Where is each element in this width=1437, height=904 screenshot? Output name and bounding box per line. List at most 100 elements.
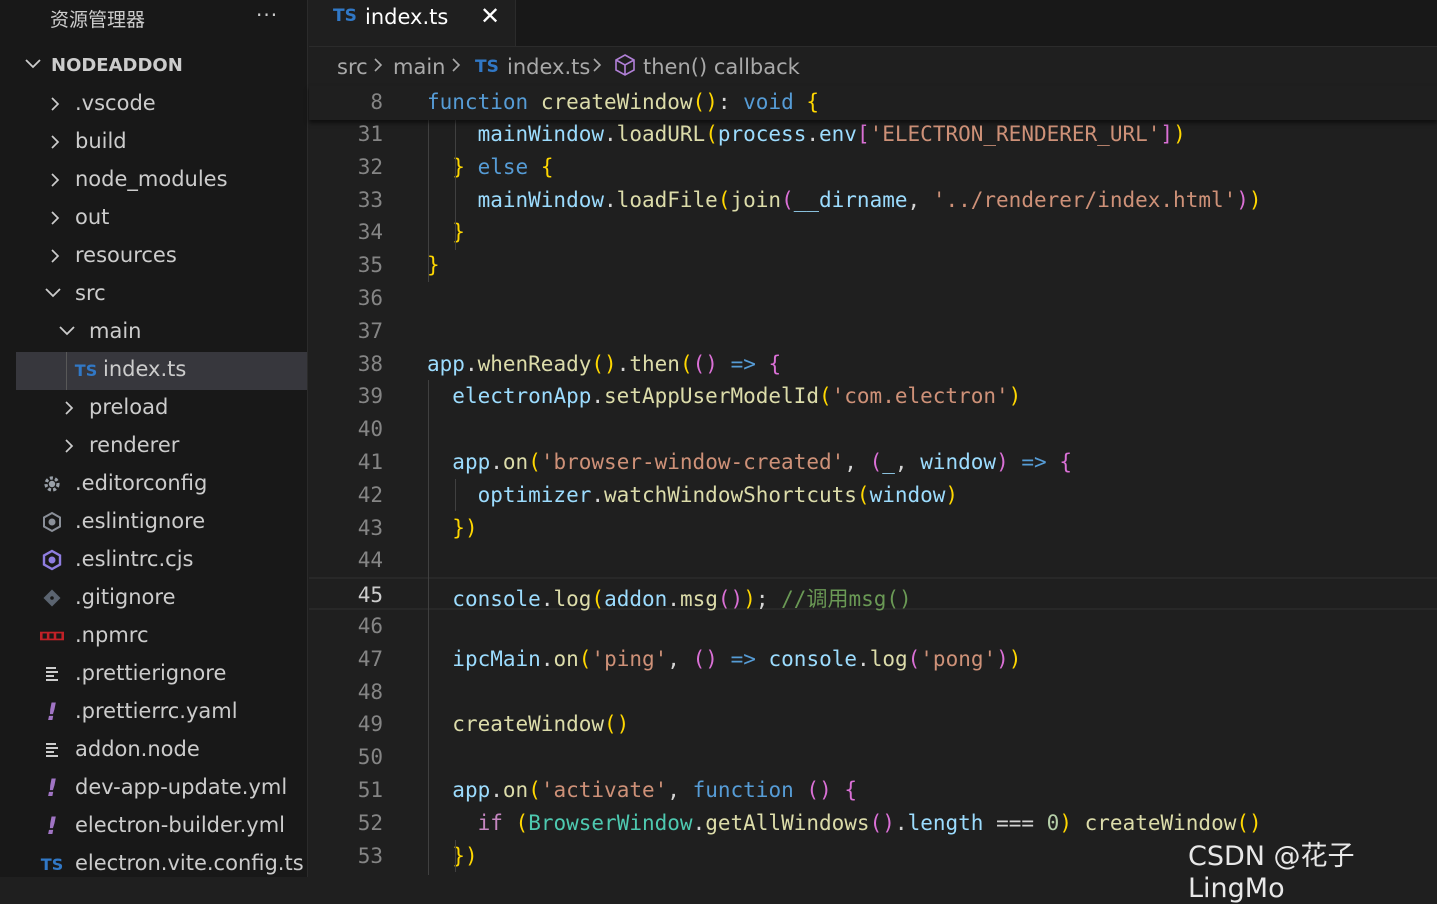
line-number: 8 xyxy=(370,90,383,114)
tree-item-label: electron-builder.yml xyxy=(75,813,286,837)
tree-item-label: main xyxy=(89,319,142,343)
code-editor[interactable]: 8 function createWindow(): void { 31 mai… xyxy=(309,86,1437,877)
chevron-right-icon xyxy=(48,132,64,152)
indent-guide xyxy=(428,118,429,282)
code-line[interactable]: 36 xyxy=(309,282,1437,315)
tree-item-out[interactable]: out xyxy=(16,200,307,238)
tree-item-label: .eslintrc.cjs xyxy=(75,547,194,571)
code-text: mainWindow.loadURL(process.env['ELECTRON… xyxy=(477,122,1186,146)
line-number: 39 xyxy=(357,384,383,409)
tree-item-gitignore[interactable]: .gitignore xyxy=(16,580,307,618)
line-number: 53 xyxy=(357,843,383,868)
chevron-right-icon xyxy=(371,52,385,83)
code-line[interactable]: 46 xyxy=(309,610,1437,643)
code-line[interactable]: 31 mainWindow.loadURL(process.env['ELECT… xyxy=(309,118,1437,151)
tree-item-addon-node[interactable]: addon.node xyxy=(16,732,307,770)
chevron-right-icon xyxy=(48,246,64,266)
line-number: 45 xyxy=(357,583,383,608)
line-number: 52 xyxy=(357,810,383,835)
code-line[interactable]: 47 ipcMain.on('ping', () => console.log(… xyxy=(309,643,1437,676)
tree-item-dev-app-update-yml[interactable]: ! dev-app-update.yml xyxy=(16,770,307,808)
code-line[interactable]: 43 }) xyxy=(309,512,1437,545)
tree-item-label: node_modules xyxy=(75,167,228,191)
workspace-root-label: NODEADDON xyxy=(51,55,183,76)
code-line[interactable]: 39 electronApp.setAppUserModelId('com.el… xyxy=(309,380,1437,413)
sticky-scroll-header[interactable]: 8 function createWindow(): void { xyxy=(309,86,1437,120)
tree-item-label: .eslintignore xyxy=(75,509,206,533)
tree-item-prettierrc-yaml[interactable]: ! .prettierrc.yaml xyxy=(16,694,307,732)
tree-item-label: electron.vite.config.ts xyxy=(75,851,304,875)
code-text: } else { xyxy=(452,154,554,179)
indent-guide xyxy=(455,479,456,511)
tree-item-editorconfig[interactable]: .editorconfig xyxy=(16,466,307,504)
code-text: if (BrowserWindow.getAllWindows().length… xyxy=(477,810,1262,835)
tree-item-preload[interactable]: preload xyxy=(16,390,307,428)
tree-item-src[interactable]: src xyxy=(16,276,307,314)
code-line[interactable]: 48 xyxy=(309,676,1437,709)
tree-item-node-modules[interactable]: node_modules xyxy=(16,162,307,200)
code-line[interactable]: 51 app.on('activate', function () { xyxy=(309,774,1437,807)
code-line[interactable]: 33 mainWindow.loadFile(join(__dirname, '… xyxy=(309,184,1437,217)
code-line[interactable]: 38 app.whenReady().then(() => { xyxy=(309,348,1437,381)
yaml-icon: ! xyxy=(46,812,58,840)
line-number: 43 xyxy=(357,515,383,540)
chevron-right-icon xyxy=(48,94,64,114)
tree-item-electron-vite-config-ts[interactable]: TS electron.vite.config.ts xyxy=(16,846,307,877)
line-number: 47 xyxy=(357,646,383,671)
breadcrumb-src[interactable]: src xyxy=(337,55,368,79)
code-line[interactable]: 44 xyxy=(309,544,1437,577)
tree-item-eslintrc-cjs[interactable]: .eslintrc.cjs xyxy=(16,542,307,580)
tree-item-label: out xyxy=(75,205,110,229)
chevron-right-icon xyxy=(62,436,78,456)
code-line[interactable]: 35} xyxy=(309,249,1437,282)
breadcrumb-main[interactable]: main xyxy=(393,55,445,79)
line-number: 49 xyxy=(357,712,383,737)
code-line[interactable]: 40 xyxy=(309,413,1437,446)
tree-item-electron-builder-yml[interactable]: ! electron-builder.yml xyxy=(16,808,307,846)
code-line[interactable]: 50 xyxy=(309,741,1437,774)
npm-icon xyxy=(40,624,64,648)
tree-item-main[interactable]: main xyxy=(16,314,307,352)
breadcrumb-symbol[interactable]: then() callback xyxy=(643,55,800,79)
more-actions-icon[interactable]: ··· xyxy=(256,3,278,27)
explorer-sidebar: 资源管理器 ··· NODEADDON .vscode build node_mod… xyxy=(0,0,308,877)
yaml-icon: ! xyxy=(46,698,58,726)
code-line[interactable]: 32 } else { xyxy=(309,151,1437,184)
tree-item-build[interactable]: build xyxy=(16,124,307,162)
line-number: 46 xyxy=(357,614,383,638)
line-number: 44 xyxy=(357,548,383,573)
tree-item-eslintignore[interactable]: .eslintignore xyxy=(16,504,307,542)
sticky-code: function createWindow(): void { xyxy=(427,90,820,114)
tree-item-renderer[interactable]: renderer xyxy=(16,428,307,466)
code-text: app.whenReady().then(() => { xyxy=(427,351,782,376)
tree-item-resources[interactable]: resources xyxy=(16,238,307,276)
typescript-file-icon: TS xyxy=(74,360,98,380)
close-icon[interactable]: ✕ xyxy=(480,2,500,30)
tree-item-index-ts[interactable]: TS index.ts xyxy=(16,352,307,390)
breadcrumb-file[interactable]: index.ts xyxy=(507,55,590,79)
git-icon xyxy=(40,586,64,610)
tree-item-prettierignore[interactable]: .prettierignore xyxy=(16,656,307,694)
gear-icon xyxy=(40,472,64,496)
tree-item-npmrc[interactable]: .npmrc xyxy=(16,618,307,656)
chevron-right-icon xyxy=(48,208,64,228)
code-line[interactable]: 37 xyxy=(309,315,1437,348)
chevron-right-icon xyxy=(62,398,78,418)
tab-index-ts[interactable]: TS index.ts ✕ xyxy=(309,0,516,46)
indent-guide xyxy=(455,840,456,872)
chevron-down-icon xyxy=(58,322,75,342)
code-line-current[interactable]: 45 console.log(addon.msg()); //调用msg() xyxy=(309,577,1437,611)
tree-item-label: src xyxy=(75,281,106,305)
tree-item-label: build xyxy=(75,129,127,153)
code-line[interactable]: 34 } xyxy=(309,216,1437,249)
code-text: mainWindow.loadFile(join(__dirname, '../… xyxy=(477,187,1262,212)
code-line[interactable]: 41 app.on('browser-window-created', (_, … xyxy=(309,446,1437,479)
tree-item-vscode[interactable]: .vscode xyxy=(16,86,307,124)
method-cube-icon xyxy=(613,53,637,82)
line-number: 32 xyxy=(357,154,383,179)
code-text: optimizer.watchWindowShortcuts(window) xyxy=(477,482,959,507)
workspace-root-folder[interactable]: NODEADDON xyxy=(16,47,307,85)
tree-item-label: index.ts xyxy=(103,357,187,381)
code-line[interactable]: 42 optimizer.watchWindowShortcuts(window… xyxy=(309,479,1437,512)
code-line[interactable]: 49 createWindow() xyxy=(309,708,1437,741)
